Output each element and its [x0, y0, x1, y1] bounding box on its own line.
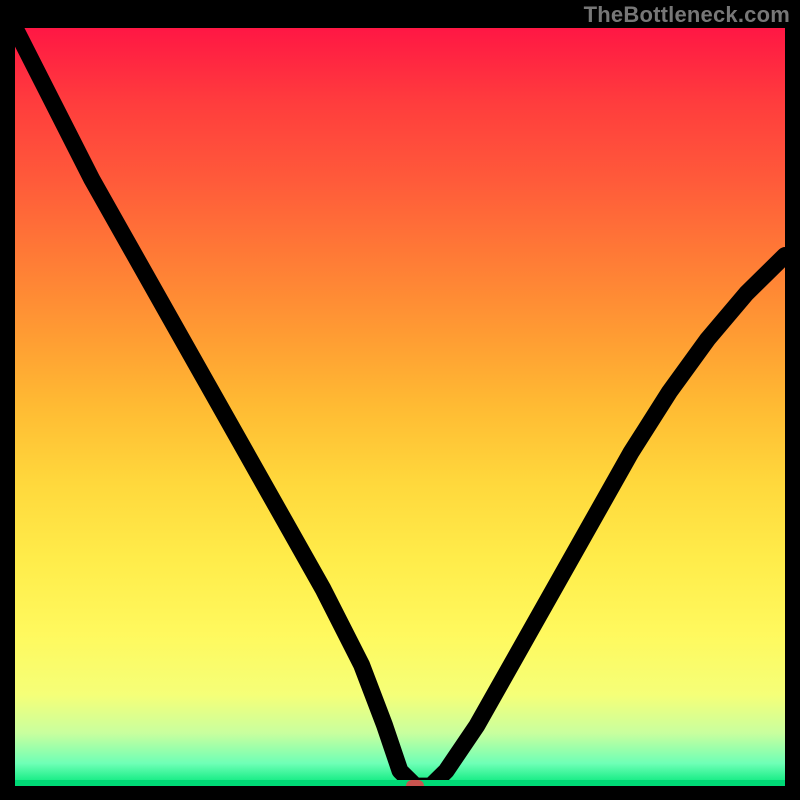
chart-frame: TheBottleneck.com: [0, 0, 800, 800]
floor-band: [15, 780, 785, 786]
bottleneck-curve: [15, 28, 785, 786]
watermark-text: TheBottleneck.com: [584, 2, 790, 28]
plot-area: [15, 28, 785, 786]
curve-path: [15, 28, 785, 786]
optimal-marker: [406, 780, 424, 786]
